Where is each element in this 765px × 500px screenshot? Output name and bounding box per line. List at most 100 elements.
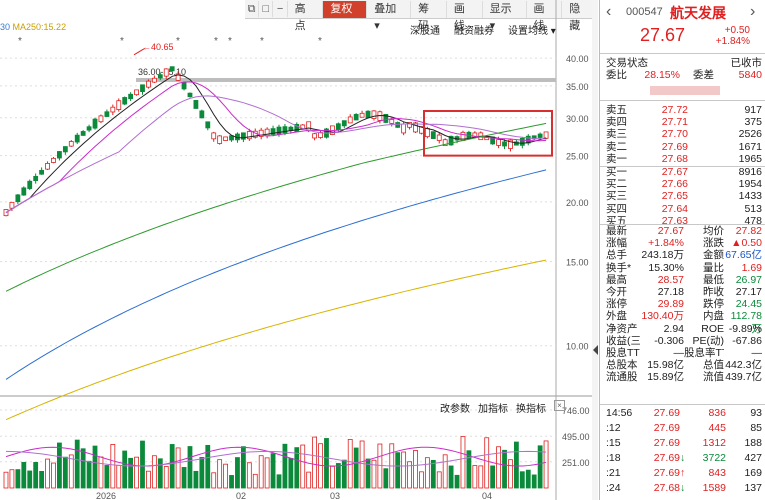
volume-bar <box>419 471 424 489</box>
close-icon[interactable]: × <box>554 400 565 411</box>
event-marker-icon: * <box>18 36 22 47</box>
volume-bar <box>413 450 418 489</box>
price-change-box: +0.50 +1.84% <box>700 25 750 47</box>
volume-bar <box>223 463 228 489</box>
volume-bar <box>330 465 335 489</box>
tick-row: :12 27.69 445 85 <box>606 421 762 436</box>
candle-body <box>80 131 86 136</box>
volume-bar <box>324 438 329 489</box>
price-change-pct: +1.84% <box>715 36 750 47</box>
volume-bar <box>377 443 383 489</box>
event-marker-icon: * <box>318 36 322 47</box>
tick-count: 85 <box>750 422 762 434</box>
candle-body <box>157 74 163 79</box>
volume-bar <box>157 458 163 489</box>
volume-bar <box>490 465 496 489</box>
volume-bar <box>21 461 27 489</box>
volume-bar <box>395 452 401 489</box>
add-indicator-link[interactable]: 加指标 <box>478 400 508 415</box>
stat-label: 今开 <box>606 285 627 298</box>
stats-row: 最高 28.57 最低 26.97 <box>606 274 762 286</box>
candle-body <box>134 89 139 96</box>
sell-order-row: 卖四 27.71 375 <box>606 116 762 128</box>
stat-value: — <box>751 346 763 359</box>
candle-body <box>62 146 68 153</box>
sell-order-row: 卖二 27.69 1671 <box>606 141 762 153</box>
volume-bar <box>442 454 448 489</box>
sell-order-price: 27.71 <box>661 116 688 129</box>
candle-body <box>519 137 525 146</box>
candle-body <box>543 131 549 139</box>
buy-order-volume: 1433 <box>738 190 762 203</box>
volume-bar <box>199 457 205 489</box>
buy-order-label: 买四 <box>606 202 627 215</box>
sell-order-volume: 1671 <box>738 140 762 153</box>
stat-label: 量比 <box>703 261 724 274</box>
buy-order-row: 买一 27.67 8916 <box>606 166 762 178</box>
stat-label: 最新 <box>606 225 627 237</box>
tick-row: 14:56 27.69 836 93 <box>606 406 762 421</box>
volume-bar <box>74 439 80 489</box>
volume-bar <box>45 458 50 489</box>
sell-order-row: 卖五 27.72 917 <box>606 104 762 116</box>
stock-name: 航天发展 <box>670 5 726 21</box>
candle-body <box>86 126 92 131</box>
candle-body <box>312 133 318 139</box>
tick-list: 14:56 27.69 836 93:12 27.69 445 85:15 27.69 1312… <box>606 406 762 496</box>
stat-label: ROE <box>701 322 724 335</box>
volume-bar <box>15 469 21 489</box>
nav-next-icon[interactable]: › <box>750 3 755 21</box>
stats-row: 换手* 15.30% 量比 1.69 <box>606 262 762 274</box>
volume-bar <box>235 457 240 489</box>
stat-label: 涨跌 <box>703 237 724 250</box>
candle-body <box>347 116 353 124</box>
tick-volume: 1589 <box>702 482 726 494</box>
volume-bar <box>62 456 68 489</box>
tick-count: 188 <box>744 437 762 449</box>
volume-tools: 改参数 加指标 换指标 × <box>440 400 565 415</box>
candle-body <box>45 163 50 170</box>
candle-body <box>401 123 407 134</box>
tick-price: 27.69 <box>653 407 680 419</box>
last-price: 27.67 <box>640 25 686 45</box>
switch-indicator-link[interactable]: 换指标 <box>516 400 546 415</box>
volume-bar <box>57 442 62 489</box>
tick-time: 14:56 <box>606 407 633 419</box>
stat-value: 67.65亿 <box>725 249 762 262</box>
tick-price: 27.69 <box>653 437 680 449</box>
stat-label: 股息TTM <box>606 346 640 359</box>
candle-body <box>365 110 371 119</box>
stat-value: 112.78万 <box>730 310 762 335</box>
panel-splitter[interactable] <box>592 0 598 500</box>
stat-value: 27.82 <box>735 225 762 237</box>
candlestick-chart[interactable]: 40.0035.0030.0025.0020.0015.0010.0036.00… <box>0 0 592 500</box>
stat-value: ▲0.50 <box>731 237 762 250</box>
date-axis-label: 2026 <box>96 491 116 500</box>
stat-value: 15.89亿 <box>647 371 684 384</box>
stat-label: 最高 <box>606 273 627 286</box>
price-axis-label: 40.00 <box>566 54 589 64</box>
price-axis-label: 15.00 <box>566 258 589 268</box>
sell-order-label: 卖五 <box>606 104 627 116</box>
buy-order-volume: 1954 <box>738 178 762 191</box>
candle-body <box>15 194 21 203</box>
stat-value: -67.86 <box>732 334 762 347</box>
stat-label: 涨幅 <box>606 237 627 250</box>
candle-body <box>246 131 252 140</box>
price-axis-label: 30.00 <box>566 114 589 124</box>
stat-value: 15.98亿 <box>647 359 684 372</box>
nav-prev-icon[interactable]: ‹ <box>606 3 611 21</box>
volume-bar <box>424 457 430 489</box>
candle-body <box>110 106 116 113</box>
tick-arrow <box>680 406 690 421</box>
buy-order-price: 27.66 <box>661 178 688 191</box>
volume-bar <box>128 457 134 489</box>
sell-order-price: 27.72 <box>661 104 688 116</box>
volume-bar <box>502 449 507 489</box>
candle-body <box>122 97 128 105</box>
stats-row: 流通股 15.89亿 流值 439.7亿 <box>606 371 762 383</box>
volume-bar <box>39 471 45 489</box>
volume-bar <box>401 451 407 489</box>
tick-count: 169 <box>744 467 762 479</box>
change-param-link[interactable]: 改参数 <box>440 400 470 415</box>
